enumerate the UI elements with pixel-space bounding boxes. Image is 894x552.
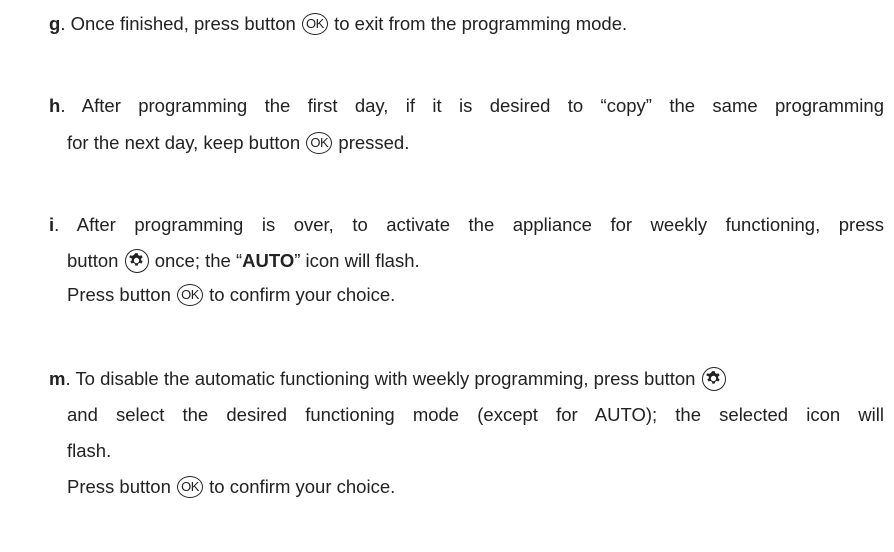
step-h-text-1: . After programming the first day, if it… — [60, 95, 884, 116]
step-i-text-2b: once; the “ — [154, 250, 243, 271]
ok-button-icon: OK — [177, 284, 204, 306]
step-m-text-4b: to confirm your choice. — [209, 476, 396, 497]
step-i-line-3: Press button OK to confirm your choice. — [67, 283, 884, 307]
ok-button-icon: OK — [301, 13, 328, 35]
step-h-line-2: for the next day, keep button OK pressed… — [67, 131, 884, 155]
gear-icon — [705, 371, 720, 384]
step-m-line-4: Press button OK to confirm your choice. — [67, 475, 884, 499]
step-i-line-1: i. After programming is over, to activat… — [49, 213, 884, 237]
step-m-line-1: m. To disable the automatic functioning … — [49, 367, 884, 391]
ok-button-icon: OK — [306, 132, 333, 154]
step-m-text-3: flash. — [67, 440, 112, 461]
ok-button-icon: OK — [177, 476, 204, 498]
step-g-letter: g — [49, 13, 61, 34]
step-g-text-1b: to exit from the programming mode. — [334, 13, 628, 34]
step-m-line-3: flash. — [67, 439, 884, 463]
step-h-text-2a: for the next day, keep button — [67, 132, 301, 153]
step-h-line-1: h. After programming the first day, if i… — [49, 94, 884, 118]
manual-page: g. Once finished, press button OK to exi… — [0, 0, 894, 552]
step-g-text-1a: . Once finished, press button — [60, 13, 296, 34]
gear-button-icon — [701, 367, 726, 391]
step-g-line-1: g. Once finished, press button OK to exi… — [49, 12, 884, 36]
step-i-text-1: . After programming is over, to activate… — [54, 214, 884, 235]
step-m-text-4a: Press button — [67, 476, 171, 497]
step-i-text-2d: ” icon will flash. — [294, 250, 420, 271]
auto-label: AUTO — [242, 250, 295, 271]
step-i-text-3b: to confirm your choice. — [209, 284, 396, 305]
gear-icon — [128, 253, 143, 266]
step-m-text-1: . To disable the automatic functioning w… — [65, 368, 696, 389]
step-h-letter: h — [49, 95, 61, 116]
step-i-line-2: button once; the “AUTO” icon will flash. — [67, 249, 884, 273]
step-m-line-2: and select the desired functioning mode … — [67, 403, 884, 427]
step-m-text-2: and select the desired functioning mode … — [67, 404, 884, 425]
step-i-text-3a: Press button — [67, 284, 171, 305]
step-i-text-2a: button — [67, 250, 119, 271]
step-m-letter: m — [49, 368, 66, 389]
step-h-text-2b: pressed. — [338, 132, 410, 153]
gear-button-icon — [124, 249, 149, 273]
